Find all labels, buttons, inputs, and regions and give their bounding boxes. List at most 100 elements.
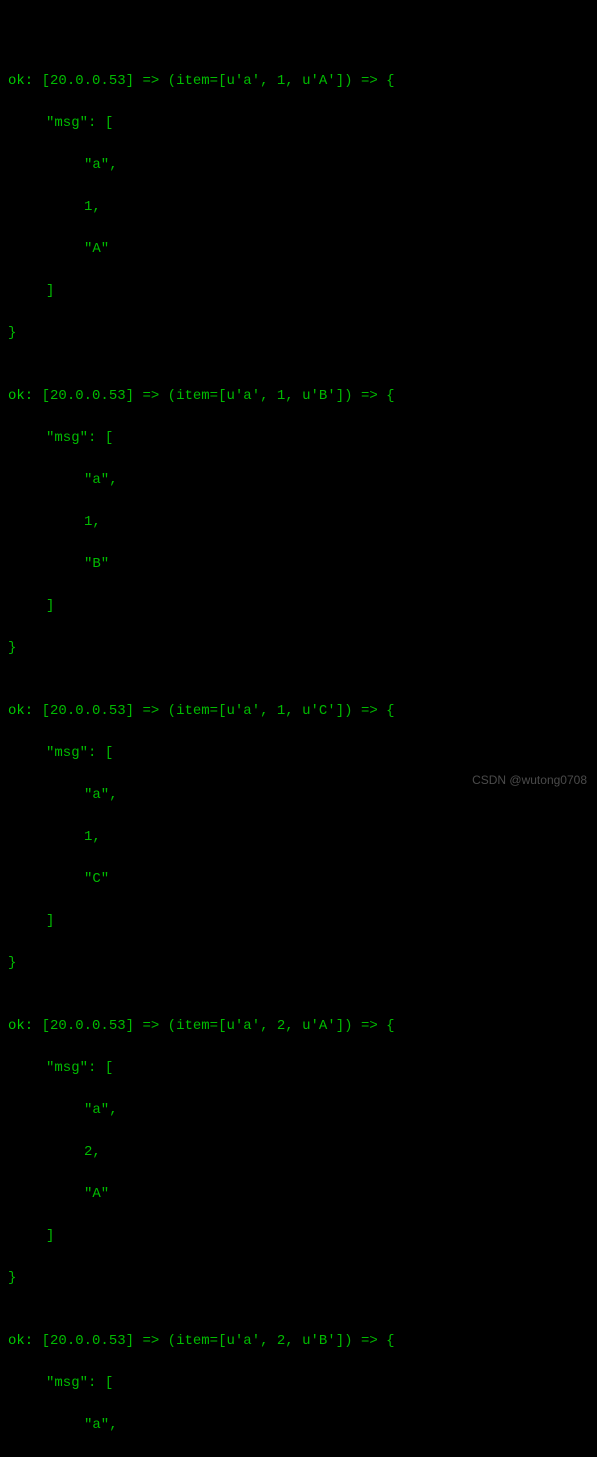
- output-line: }: [8, 1268, 589, 1289]
- msg-value: "a": [84, 1102, 109, 1118]
- item-key: item=: [176, 388, 218, 404]
- item-value: [u'a', 1, u'A']: [218, 73, 344, 89]
- ok-label: ok:: [8, 388, 33, 404]
- close-brace: }: [8, 640, 16, 656]
- item-key: item=: [176, 1333, 218, 1349]
- msg-value: "A": [84, 241, 109, 257]
- host-ip: [20.0.0.53]: [42, 388, 134, 404]
- arrow-icon: =>: [142, 73, 159, 89]
- ok-label: ok:: [8, 1018, 33, 1034]
- host-ip: [20.0.0.53]: [42, 703, 134, 719]
- open-paren: (: [168, 73, 176, 89]
- output-line: ok: [20.0.0.53] => (item=[u'a', 1, u'B']…: [8, 386, 589, 407]
- close-brace: }: [8, 1270, 16, 1286]
- close-bracket: ]: [46, 1228, 54, 1244]
- msg-value: "A": [84, 1186, 109, 1202]
- comma: ,: [92, 199, 100, 215]
- open-brace: {: [386, 1018, 394, 1034]
- output-line: ok: [20.0.0.53] => (item=[u'a', 1, u'C']…: [8, 701, 589, 722]
- output-line: "B": [8, 554, 589, 575]
- open-brace: {: [386, 73, 394, 89]
- output-line: 2,: [8, 1142, 589, 1163]
- output-line: "a",: [8, 1100, 589, 1121]
- output-line: "msg": [: [8, 1373, 589, 1394]
- msg-key: "msg":: [46, 1375, 96, 1391]
- comma: ,: [109, 1417, 117, 1433]
- output-line: ]: [8, 596, 589, 617]
- arrow-icon: =>: [361, 1018, 378, 1034]
- comma: ,: [92, 829, 100, 845]
- comma: ,: [92, 1144, 100, 1160]
- msg-value: 2: [84, 1144, 92, 1160]
- msg-key: "msg":: [46, 115, 96, 131]
- msg-value: "a": [84, 787, 109, 803]
- comma: ,: [109, 1102, 117, 1118]
- output-line: "A": [8, 1184, 589, 1205]
- open-paren: (: [168, 703, 176, 719]
- item-value: [u'a', 2, u'A']: [218, 1018, 344, 1034]
- close-paren: ): [344, 73, 352, 89]
- arrow-icon: =>: [361, 73, 378, 89]
- comma: ,: [109, 787, 117, 803]
- close-paren: ): [344, 703, 352, 719]
- output-line: "msg": [: [8, 1058, 589, 1079]
- open-bracket: [: [105, 115, 113, 131]
- close-brace: }: [8, 325, 16, 341]
- arrow-icon: =>: [361, 1333, 378, 1349]
- msg-value: "a": [84, 1417, 109, 1433]
- open-brace: {: [386, 388, 394, 404]
- close-paren: ): [344, 388, 352, 404]
- output-line: "a",: [8, 470, 589, 491]
- ok-label: ok:: [8, 1333, 33, 1349]
- output-line: ]: [8, 911, 589, 932]
- msg-value: "C": [84, 871, 109, 887]
- close-bracket: ]: [46, 598, 54, 614]
- output-line: ok: [20.0.0.53] => (item=[u'a', 2, u'B']…: [8, 1331, 589, 1352]
- msg-key: "msg":: [46, 745, 96, 761]
- output-line: ok: [20.0.0.53] => (item=[u'a', 2, u'A']…: [8, 1016, 589, 1037]
- open-brace: {: [386, 1333, 394, 1349]
- output-line: "a",: [8, 155, 589, 176]
- open-brace: {: [386, 703, 394, 719]
- arrow-icon: =>: [361, 388, 378, 404]
- output-line: "C": [8, 869, 589, 890]
- msg-value: "a": [84, 157, 109, 173]
- arrow-icon: =>: [142, 1018, 159, 1034]
- comma: ,: [109, 472, 117, 488]
- terminal-output: ok: [20.0.0.53] => (item=[u'a', 1, u'A']…: [8, 8, 589, 1457]
- msg-key: "msg":: [46, 430, 96, 446]
- output-line: 1,: [8, 512, 589, 533]
- comma: ,: [109, 157, 117, 173]
- arrow-icon: =>: [142, 1333, 159, 1349]
- item-value: [u'a', 1, u'B']: [218, 388, 344, 404]
- output-line: ]: [8, 1226, 589, 1247]
- output-line: "a",: [8, 1415, 589, 1436]
- item-key: item=: [176, 73, 218, 89]
- open-bracket: [: [105, 745, 113, 761]
- host-ip: [20.0.0.53]: [42, 1018, 134, 1034]
- item-key: item=: [176, 1018, 218, 1034]
- item-value: [u'a', 2, u'B']: [218, 1333, 344, 1349]
- msg-value: "B": [84, 556, 109, 572]
- watermark: CSDN @wutong0708: [472, 771, 587, 789]
- open-bracket: [: [105, 1060, 113, 1076]
- output-line: "msg": [: [8, 743, 589, 764]
- output-line: ]: [8, 281, 589, 302]
- output-line: }: [8, 638, 589, 659]
- item-value: [u'a', 1, u'C']: [218, 703, 344, 719]
- arrow-icon: =>: [142, 703, 159, 719]
- output-line: }: [8, 953, 589, 974]
- output-line: 1,: [8, 827, 589, 848]
- host-ip: [20.0.0.53]: [42, 73, 134, 89]
- output-line: 1,: [8, 197, 589, 218]
- msg-value: "a": [84, 472, 109, 488]
- open-paren: (: [168, 1333, 176, 1349]
- item-key: item=: [176, 703, 218, 719]
- close-paren: ): [344, 1333, 352, 1349]
- msg-key: "msg":: [46, 1060, 96, 1076]
- close-bracket: ]: [46, 913, 54, 929]
- output-line: "msg": [: [8, 428, 589, 449]
- arrow-icon: =>: [142, 388, 159, 404]
- output-line: }: [8, 323, 589, 344]
- host-ip: [20.0.0.53]: [42, 1333, 134, 1349]
